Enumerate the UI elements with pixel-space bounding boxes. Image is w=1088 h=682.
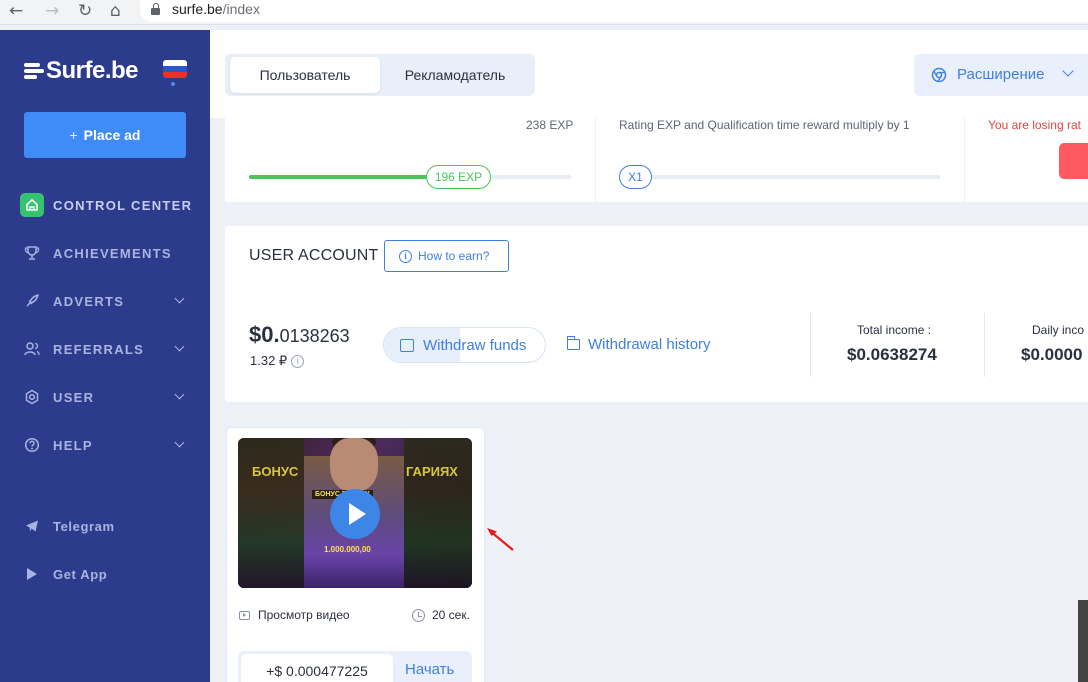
sidebar-item-achievements[interactable]: ACHIEVEMENTS [0,241,210,265]
start-task-button[interactable]: Начать [405,661,454,678]
daily-income-label: Daily inco [1032,323,1085,337]
reload-icon[interactable]: ↻ [78,1,92,21]
sidebar-item-control-center[interactable]: CONTROL CENTER [0,193,210,217]
account-title: USER ACCOUNT [249,247,379,264]
total-income-value: $0.0638274 [847,345,937,364]
play-store-icon [23,565,41,583]
task-reward-bar: +$ 0.000477225 Начать [238,651,472,682]
browser-toolbar: ← → ↻ ⌂ surfe.be/index [0,0,1088,25]
logo-mark-icon [24,61,44,81]
chrome-icon [931,67,947,83]
sidebar-link-telegram[interactable]: Telegram [0,514,210,538]
rating-description: Rating EXP and Qualification time reward… [619,118,910,132]
daily-income-value: $0.0000 [1021,345,1083,364]
info-icon[interactable]: i [291,354,305,368]
multiplier-badge: X1 [619,165,652,189]
trophy-icon [23,244,41,262]
withdraw-funds-button[interactable]: Withdraw funds [383,327,546,363]
sidebar-link-get-app[interactable]: Get App [0,562,210,586]
divider [984,313,985,377]
sidebar-item-user[interactable]: USER [0,385,210,409]
losing-warning: You are losing rat [988,118,1081,132]
telegram-icon [23,517,41,535]
rocket-icon [23,292,41,310]
gear-icon [23,388,41,406]
chevron-down-icon [174,437,185,448]
back-icon[interactable]: ← [9,1,23,21]
play-button[interactable] [330,489,380,539]
tab-user[interactable]: Пользователь [230,57,380,93]
sidebar-item-help[interactable]: HELP [0,433,210,457]
home-icon[interactable]: ⌂ [110,1,121,21]
multiplier-track [619,175,940,179]
url-text[interactable]: surfe.be/index [172,1,260,17]
balance-usd: $0.0138263 [249,322,350,347]
folder-icon [567,336,580,350]
language-flag-icon[interactable] [163,60,187,78]
exp-total: 238 EXP [526,118,574,132]
balance-rub: 1.32 ₽ i [250,353,305,369]
extension-label: Расширение [957,66,1045,83]
exp-progress-fill [249,175,429,179]
chevron-down-icon [174,389,185,400]
logo[interactable]: Surfe.be [24,57,139,84]
chevron-down-icon [1062,65,1074,77]
language-indicator [171,82,175,86]
logo-text: Surfe.be [46,57,139,84]
chevron-down-icon [174,341,185,352]
task-duration: 20 сек. [412,608,470,622]
task-reward: +$ 0.000477225 [241,654,393,682]
sidebar: Surfe.be + Place ad CONTROL CENTER ACHIE… [0,30,210,682]
video-icon [239,610,250,620]
users-icon [23,340,41,358]
exp-current-badge: 196 EXP [426,165,491,189]
withdrawal-history-link[interactable]: Withdrawal history [567,336,711,353]
wallet-icon [400,339,414,352]
warning-action-button[interactable] [1059,143,1088,179]
task-type: Просмотр видео [239,608,350,622]
info-icon: i [399,249,412,263]
play-icon [349,503,366,525]
lock-icon [151,3,160,15]
chevron-down-icon [174,293,185,304]
how-to-earn-button[interactable]: i How to earn? [384,240,509,272]
sidebar-item-adverts[interactable]: ADVERTS [0,289,210,313]
role-tabs: Пользователь Рекламодатель [225,54,535,96]
address-bar[interactable] [140,0,1088,22]
scrollbar-thumb[interactable] [1078,600,1088,682]
sidebar-item-referrals[interactable]: REFERRALS [0,337,210,361]
clock-icon [412,608,425,622]
divider [810,313,811,377]
forward-icon[interactable]: → [45,1,59,21]
home-icon [20,193,44,217]
red-arrow-annotation [487,528,514,551]
help-icon [23,436,41,454]
extension-button[interactable]: Расширение [914,54,1088,96]
total-income-label: Total income : [857,323,932,337]
place-ad-button[interactable]: + Place ad [24,112,186,158]
tab-advertiser[interactable]: Рекламодатель [380,57,530,93]
